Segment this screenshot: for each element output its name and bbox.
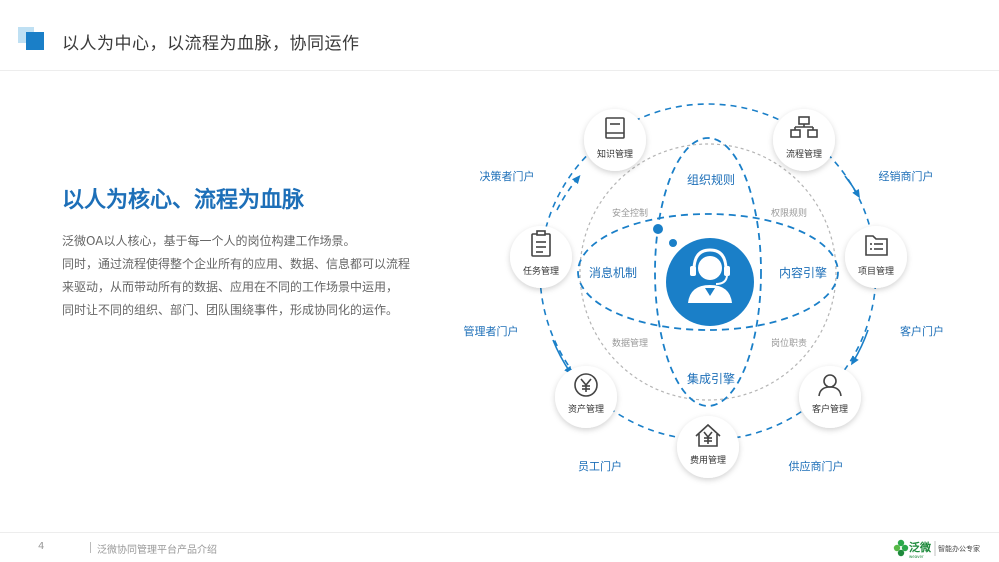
- ring-arrow: [552, 339, 573, 376]
- page-number: 4: [38, 541, 45, 552]
- brand-logo: 泛微 weaver 智能办公专家: [893, 539, 980, 559]
- svg-text:项目管理: 项目管理: [858, 265, 894, 277]
- brand-slogan: 智能办公专家: [938, 544, 980, 553]
- data-management-label: 数据管理: [612, 337, 648, 349]
- svg-text:客户管理: 客户管理: [812, 403, 848, 415]
- distributor-portal-label: 经销商门户: [879, 169, 934, 183]
- integration-engine-label: 集成引擎: [687, 371, 735, 386]
- manager-portal-label: 管理者门户: [464, 324, 519, 338]
- ring-arrow: [556, 175, 581, 211]
- messaging-label: 消息机制: [589, 265, 637, 280]
- dot-marker: [669, 239, 677, 247]
- flower-logo-icon: [893, 539, 909, 557]
- decision-portal-label: 决策者门户: [480, 169, 535, 183]
- supplier-portal-label: 供应商门户: [789, 459, 844, 473]
- dot-marker: [653, 224, 663, 234]
- job-duties-label: 岗位职责: [771, 337, 807, 349]
- content-engine-label: 内容引擎: [779, 265, 827, 280]
- footer-caption: 泛微协同管理平台产品介绍: [97, 545, 217, 556]
- node-process[interactable]: 流程管理: [773, 109, 835, 171]
- node-customer[interactable]: 客户管理: [799, 366, 861, 428]
- brand-sub: weaver: [909, 554, 924, 559]
- collaboration-diagram: 组织规则 消息机制 内容引擎 集成引擎 安全控制 权限规则 数据管理 岗位职责 …: [464, 103, 944, 478]
- permissions-label: 权限规则: [771, 207, 807, 219]
- ring-arrow: [844, 175, 860, 199]
- node-knowledge[interactable]: 知识管理: [584, 109, 646, 171]
- node-task[interactable]: 任务管理: [510, 226, 572, 288]
- svg-text:资产管理: 资产管理: [568, 403, 604, 415]
- org-rules-label: 组织规则: [687, 172, 735, 187]
- node-project[interactable]: 项目管理: [845, 226, 907, 288]
- security-label: 安全控制: [612, 207, 648, 219]
- brand-name: 泛微: [909, 540, 932, 554]
- svg-text:流程管理: 流程管理: [786, 148, 822, 160]
- svg-text:知识管理: 知识管理: [597, 148, 633, 160]
- staff-portal-label: 员工门户: [578, 459, 622, 473]
- footer-divider: [90, 542, 91, 553]
- node-expense[interactable]: 费用管理: [677, 416, 739, 478]
- ring-arrow: [851, 329, 869, 366]
- svg-text:任务管理: 任务管理: [523, 265, 559, 277]
- node-asset[interactable]: 资产管理: [555, 366, 617, 428]
- client-portal-label: 客户门户: [900, 324, 944, 338]
- svg-text:费用管理: 费用管理: [690, 454, 726, 466]
